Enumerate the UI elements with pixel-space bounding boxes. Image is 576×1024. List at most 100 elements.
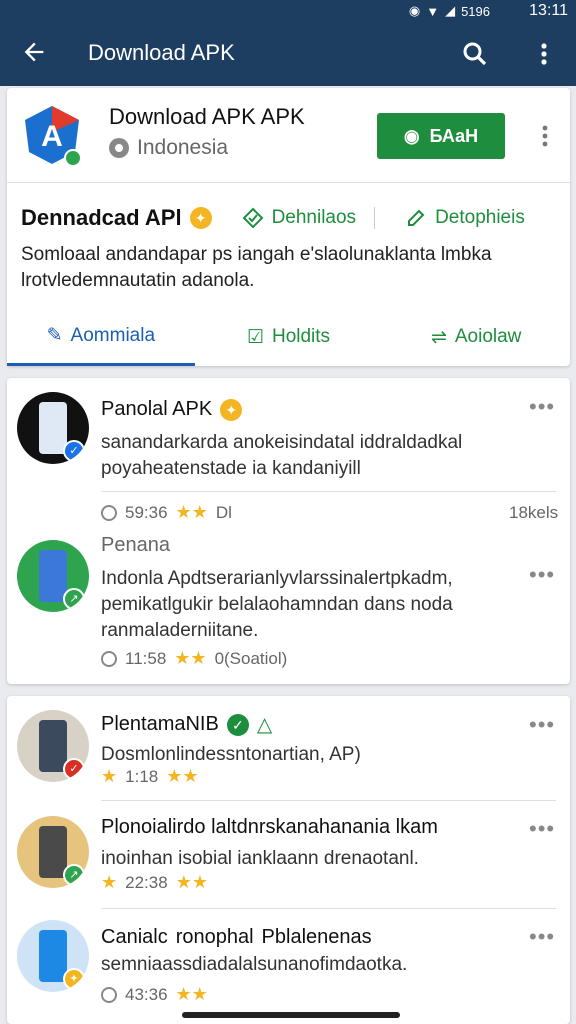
app-title: Download APK APK: [109, 104, 305, 129]
reviews-card: ✓ PlentamaNIB ✓ △ ••• Dosmlonlindessnton…: [7, 696, 570, 1024]
avatar: ↗: [17, 540, 89, 612]
app-description: Somloaal andandapar ps iangah e'slaoluna…: [21, 244, 492, 291]
check-box-icon: ☑: [246, 326, 264, 348]
avatar: ✓: [17, 710, 89, 782]
divider: [101, 491, 556, 492]
review-author: Canialc ronophal Pblalenenas: [101, 926, 372, 949]
alert-icon: ✓: [63, 758, 85, 780]
tab-label: Aommiala: [70, 324, 156, 346]
item-menu-icon[interactable]: •••: [529, 394, 555, 420]
download-label: БАаН: [429, 125, 479, 146]
tab-bar: ✎ Aommiala ☑ Holdits ⇌ Aoiolaw: [7, 308, 570, 366]
tab-holdits[interactable]: ☑ Holdits: [195, 308, 383, 366]
status-icons: ◉ ▼ ◢ 5196: [409, 3, 490, 19]
user-icon: [101, 650, 117, 667]
tab-label: Holdits: [271, 326, 331, 347]
separator: [374, 207, 376, 229]
review-time: 43:36: [125, 984, 168, 1004]
verified-icon: ✓: [226, 713, 249, 736]
review-meta: 59:36 ★★ Dl 18kels: [101, 502, 559, 523]
tab-aoiolaw[interactable]: ⇌ Aoiolaw: [382, 308, 570, 366]
triangle-icon: △: [256, 714, 273, 736]
edit-icon: [408, 209, 425, 226]
review-meta: ★ 22:38 ★★: [101, 872, 208, 893]
review-count: 18kels: [509, 502, 559, 522]
user-icon: [101, 986, 117, 1003]
review-meta: 43:36 ★★: [101, 984, 208, 1005]
review-author: PlentamaNIB ✓ △: [101, 712, 272, 737]
rating-stars-icon: ★★: [175, 872, 208, 892]
back-arrow-icon[interactable]: [20, 38, 48, 66]
star-icon: ★: [101, 872, 118, 892]
trend-icon: ↗: [63, 864, 85, 886]
trend-icon: ↗: [63, 588, 85, 610]
link-detophieis[interactable]: Detophieis: [405, 207, 525, 229]
review-author: Panolal APK ✦: [101, 398, 243, 421]
author-handle: ronophal: [175, 926, 254, 948]
avatar: ✓: [17, 392, 89, 464]
list-item[interactable]: ✓ PlentamaNIB ✓ △ ••• Dosmlonlindessnton…: [7, 696, 570, 801]
tab-aommiala[interactable]: ✎ Aommiala: [7, 308, 195, 366]
link-dehnilaos[interactable]: Dehnilaos: [242, 207, 357, 229]
review-text: Dosmlonlindessntonartian, AP): [101, 744, 361, 765]
wifi-icon: ▼: [426, 3, 440, 19]
review-meta: 11:58 ★★ 0(Soatiol): [101, 648, 287, 669]
review-extra: Dl: [215, 502, 232, 522]
review-meta: ★ 1:18 ★★: [101, 766, 199, 787]
author-tag: Pblalenenas: [261, 926, 372, 948]
developer-name[interactable]: Dennadcad APl: [21, 205, 182, 231]
status-time: 13:11: [529, 2, 568, 19]
status-bar: ◉ ▼ ◢ 5196 13:11: [0, 0, 576, 22]
link1-label: Dehnilaos: [271, 207, 357, 228]
item-menu-icon[interactable]: •••: [529, 562, 555, 588]
avatar: ✦: [17, 920, 89, 992]
rating-stars-icon: ★★: [174, 648, 207, 668]
link2-label: Detophieis: [435, 207, 525, 228]
rating-stars-icon: ★★: [175, 984, 208, 1004]
star-icon: ★: [101, 766, 118, 786]
review-time: 1:18: [125, 766, 159, 786]
item-menu-icon[interactable]: •••: [529, 816, 555, 842]
review-time: 11:58: [125, 648, 167, 668]
author-name: PlentamaNIB: [101, 713, 219, 735]
review-author: Plonoialirdo laltdnrskanahanania lkam: [101, 816, 438, 838]
review-extra: 0(Soatiol): [214, 648, 288, 668]
notification-icon: ◉: [408, 3, 421, 18]
home-indicator[interactable]: [182, 1012, 400, 1018]
list-item[interactable]: ↗ Penana ••• Indonla Apdtserarianlyvlars…: [7, 534, 570, 684]
verified-badge-icon: ✦: [189, 207, 212, 229]
list-item[interactable]: ✦ Canialc ronophal Pblalenenas ••• semni…: [7, 908, 570, 1024]
overflow-menu-icon[interactable]: [532, 38, 556, 70]
review-time: 59:36: [125, 502, 168, 522]
download-button[interactable]: ◉ БАаН: [377, 113, 505, 159]
coin-icon: ✦: [63, 968, 85, 990]
tab-label: Aoiolaw: [454, 326, 522, 347]
share-arrows-icon: ⇌: [430, 326, 447, 348]
rating-stars-icon: ★★: [175, 502, 208, 522]
checkmark-diamond-icon: [242, 207, 263, 229]
app-bar: Download APK: [0, 22, 576, 86]
review-text: inoinhan isobial ianklaann drenaotanl.: [101, 848, 419, 869]
list-item[interactable]: ✓ Panolal APK ✦ ••• sanandarkarda anokei…: [7, 378, 570, 538]
signal-icon: ◢: [445, 3, 456, 18]
chat-icon: ◉: [403, 125, 420, 146]
review-text: Indonla Apdtserarianlyvlarssinalertpkadm…: [101, 568, 453, 641]
author-name: Panolal APK: [101, 398, 213, 420]
review-text: sanandarkarda anokeisindatal iddraldadka…: [101, 432, 463, 479]
divider: [7, 182, 570, 183]
region-label: Indonesia: [137, 136, 229, 159]
developer-row: Dennadcad APl ✦ Dehnilaos Detophieis: [21, 202, 561, 234]
rating-stars-icon: ★★: [166, 766, 199, 786]
item-menu-icon[interactable]: •••: [529, 924, 555, 950]
verified-icon: ✓: [63, 440, 85, 462]
pencil-icon: ✎: [46, 325, 63, 346]
item-menu-icon[interactable]: •••: [529, 712, 555, 738]
review-label: Penana: [101, 534, 170, 556]
search-icon[interactable]: [460, 39, 490, 69]
svg-text:A: A: [41, 120, 63, 153]
card-menu-icon[interactable]: [537, 122, 553, 150]
user-icon: [101, 504, 117, 521]
list-item[interactable]: ↗ Plonoialirdo laltdnrskanahanania lkam …: [7, 800, 570, 909]
gold-badge-icon: ✦: [220, 398, 243, 421]
app-region: Indonesia: [109, 136, 228, 160]
